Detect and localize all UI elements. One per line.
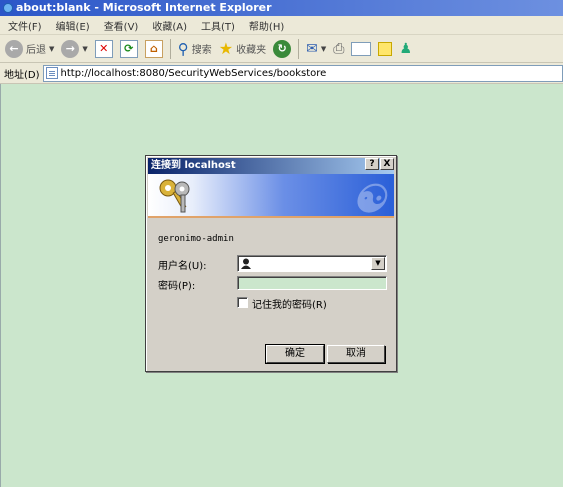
search-button[interactable]: ⚲ 搜索 [176, 38, 214, 60]
menu-favorites[interactable]: 收藏(A) [148, 18, 191, 33]
menu-view[interactable]: 查看(V) [100, 18, 143, 33]
cancel-button[interactable]: 取消 [327, 345, 385, 363]
banner-decoration-icon: ☯ [351, 176, 386, 218]
history-button[interactable]: ↻ [271, 38, 293, 60]
back-button[interactable]: ← 后退 ▼ [3, 38, 56, 60]
address-label: 地址(D) [4, 69, 40, 81]
page-icon [45, 67, 58, 79]
realm-text: geronimo-admin [158, 234, 234, 244]
stop-button[interactable]: ✕ [93, 38, 115, 60]
edit-icon [351, 41, 372, 56]
search-label: 搜索 [191, 45, 212, 56]
home-button[interactable]: ⌂ [143, 38, 165, 60]
back-dropdown-icon[interactable]: ▼ [49, 45, 54, 53]
dialog-banner: ☯ [148, 174, 394, 218]
mail-button[interactable]: ✉ ▼ [304, 38, 328, 60]
ie-logo-icon [3, 3, 13, 13]
password-field[interactable] [237, 276, 387, 290]
forward-arrow-icon: → [61, 39, 80, 58]
remember-password-checkbox[interactable] [237, 297, 248, 308]
menu-edit[interactable]: 编辑(E) [52, 18, 94, 33]
note-icon [378, 41, 393, 56]
menu-help[interactable]: 帮助(H) [245, 18, 288, 33]
username-combobox[interactable]: ▼ [237, 255, 387, 272]
print-button[interactable]: ⎙ [331, 38, 346, 60]
favorites-button[interactable]: ★ 收藏夹 [217, 38, 268, 60]
user-icon [241, 258, 251, 269]
favorites-star-icon: ★ [218, 39, 234, 58]
edit-button[interactable] [349, 38, 373, 60]
refresh-button[interactable]: ⟳ [118, 38, 140, 60]
ok-button[interactable]: 确定 [265, 344, 325, 364]
print-icon: ⎙ [333, 40, 345, 57]
window-titlebar: about:blank - Microsoft Internet Explore… [0, 0, 563, 16]
window-title: about:blank - Microsoft Internet Explore… [16, 1, 272, 14]
combobox-dropdown-icon[interactable]: ▼ [371, 257, 385, 270]
close-button[interactable]: X [380, 158, 394, 170]
back-arrow-icon: ← [5, 39, 23, 58]
history-icon: ↻ [273, 39, 292, 58]
address-bar: 地址(D) http://localhost:8080/SecurityWebS… [0, 63, 563, 84]
menu-bar: 文件(F) 编辑(E) 查看(V) 收藏(A) 工具(T) 帮助(H) [0, 16, 563, 35]
forward-button[interactable]: → ▼ [59, 38, 89, 60]
refresh-icon: ⟳ [119, 39, 138, 58]
forward-dropdown-icon[interactable]: ▼ [82, 45, 87, 53]
remember-password-label[interactable]: 记住我的密码(R) [252, 296, 327, 311]
stop-icon: ✕ [94, 39, 113, 58]
help-button[interactable]: ? [365, 158, 379, 170]
address-url: http://localhost:8080/SecurityWebService… [60, 67, 327, 79]
address-input[interactable]: http://localhost:8080/SecurityWebService… [42, 64, 563, 82]
discuss-button[interactable] [376, 38, 394, 60]
menu-file[interactable]: 文件(F) [4, 18, 46, 33]
menu-tools[interactable]: 工具(T) [197, 18, 239, 33]
messenger-icon: ♟ [399, 40, 413, 57]
messenger-button[interactable]: ♟ [397, 38, 414, 60]
dialog-title: 连接到 localhost [151, 160, 236, 171]
mail-icon: ✉ [306, 40, 318, 57]
home-icon: ⌂ [144, 39, 163, 58]
back-label: 后退 [26, 45, 46, 56]
toolbar-separator [169, 38, 171, 59]
dialog-titlebar: 连接到 localhost [148, 158, 394, 174]
mail-dropdown-icon[interactable]: ▼ [321, 45, 326, 53]
password-label: 密码(P): [158, 281, 196, 292]
toolbar: ← 后退 ▼ → ▼ ✕ ⟳ ⌂ ⚲ 搜索 ★ 收藏夹 ↻ ✉ ▼ ⎙ ♟ [0, 35, 563, 63]
favorites-label: 收藏夹 [236, 45, 267, 56]
login-dialog: 连接到 localhost ? X ☯ geronimo-admin 用户名(U… [145, 155, 397, 372]
keys-icon [159, 179, 190, 213]
search-icon: ⚲ [177, 39, 189, 58]
username-label: 用户名(U): [158, 261, 207, 272]
toolbar-separator [298, 38, 300, 59]
